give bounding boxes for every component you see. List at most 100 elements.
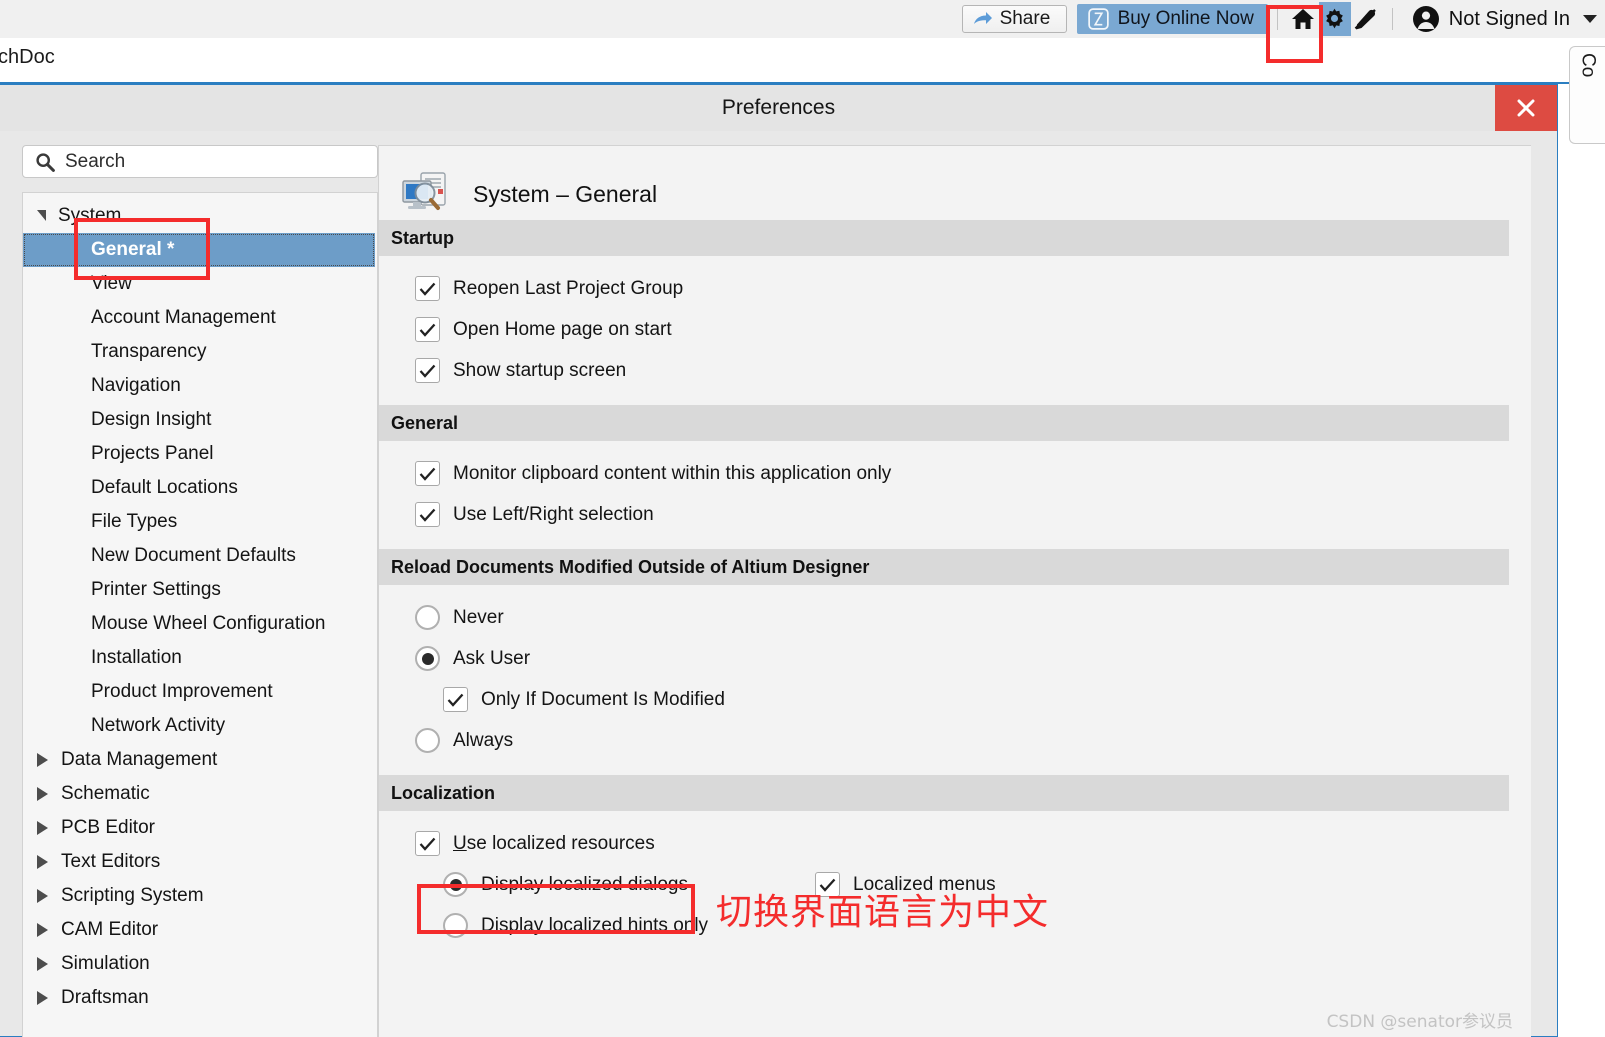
radio-always[interactable] <box>415 728 440 753</box>
tree-item-projects-panel[interactable]: Projects Panel <box>23 437 377 471</box>
gear-icon <box>1322 7 1347 32</box>
dialog-titlebar: Preferences <box>0 85 1557 131</box>
checkbox-use-left-right-selection[interactable] <box>415 502 440 527</box>
option-label: Display localized hints only <box>481 915 708 937</box>
option-monitor-clipboard-content-within-this-application-only[interactable]: Monitor clipboard content within this ap… <box>379 453 1531 494</box>
option-use-left-right-selection[interactable]: Use Left/Right selection <box>379 494 1531 535</box>
tree-item-product-improvement[interactable]: Product Improvement <box>23 675 377 709</box>
search-placeholder: Search <box>65 151 125 173</box>
dialog-close-button[interactable] <box>1495 85 1557 131</box>
buy-online-now-button[interactable]: Buy Online Now <box>1077 4 1268 34</box>
tree-item-simulation[interactable]: Simulation <box>23 947 377 981</box>
tree-item-account-management[interactable]: Account Management <box>23 301 377 335</box>
triangle-right-icon[interactable] <box>37 991 48 1005</box>
tree-item-label: Network Activity <box>91 715 225 737</box>
option-ask-user[interactable]: Ask User <box>379 638 1531 679</box>
tree-item-schematic[interactable]: Schematic <box>23 777 377 811</box>
pen-icon <box>1354 7 1380 31</box>
option-label: Show startup screen <box>453 360 626 382</box>
tree-item-data-management[interactable]: Data Management <box>23 743 377 777</box>
preferences-tree[interactable]: System General * ViewAccount Management Tra… <box>22 192 378 1037</box>
tree-item-label: Schematic <box>61 783 150 805</box>
tree-item-scripting-system[interactable]: Scripting System <box>23 879 377 913</box>
tree-item-printer-settings[interactable]: Printer Settings <box>23 573 377 607</box>
tree-item-label: Transparency <box>91 341 206 363</box>
radio-ask-user[interactable] <box>415 646 440 671</box>
tree-item-draftsman[interactable]: Draftsman <box>23 981 377 1015</box>
option-label: Never <box>453 607 504 629</box>
document-tab[interactable]: chDoc <box>0 46 55 69</box>
tree-item-text-editors[interactable]: Text Editors <box>23 845 377 879</box>
toolbar-divider-1 <box>1277 8 1278 30</box>
tree-item-navigation[interactable]: Navigation <box>23 369 377 403</box>
checkbox-open-home-page-on-start[interactable] <box>415 317 440 342</box>
checkbox-reopen-last-project-group[interactable] <box>415 276 440 301</box>
share-button[interactable]: Share <box>962 5 1067 33</box>
tree-item-installation[interactable]: Installation <box>23 641 377 675</box>
tree-item-file-types[interactable]: File Types <box>23 505 377 539</box>
checkbox-use-localized-resources[interactable] <box>415 831 440 856</box>
option-label: Only If Document Is Modified <box>481 689 725 711</box>
account-menu[interactable]: Not Signed In <box>1412 5 1597 33</box>
tree-item-general[interactable]: General * <box>23 233 375 267</box>
option-label: Open Home page on start <box>453 319 672 341</box>
radio-display-localized-hints-only[interactable] <box>443 913 468 938</box>
tree-item-default-locations[interactable]: Default Locations <box>23 471 377 505</box>
option-only-if-document-is-modified[interactable]: Only If Document Is Modified <box>379 679 1531 720</box>
tree-item-label: Text Editors <box>61 851 160 873</box>
option-label: Use Left/Right selection <box>453 504 654 526</box>
section-body-general: Monitor clipboard content within this ap… <box>379 441 1531 549</box>
option-never[interactable]: Never <box>379 597 1531 638</box>
checkbox-only-if-document-is-modified[interactable] <box>443 687 468 712</box>
tree-item-new-document-defaults[interactable]: New Document Defaults <box>23 539 377 573</box>
edit-pen-button[interactable] <box>1351 2 1383 36</box>
tree-item-label: CAM Editor <box>61 919 158 941</box>
tree-item-label: Printer Settings <box>91 579 221 601</box>
tree-item-network-activity[interactable]: Network Activity <box>23 709 377 743</box>
preferences-gear-button[interactable] <box>1319 2 1351 36</box>
tree-item-design-insight[interactable]: Design Insight <box>23 403 377 437</box>
checkbox-show-startup-screen[interactable] <box>415 358 440 383</box>
section-header-localization: Localization <box>379 775 1509 811</box>
triangle-right-icon[interactable] <box>37 753 48 767</box>
triangle-down-icon[interactable] <box>37 210 46 221</box>
triangle-right-icon[interactable] <box>37 957 48 971</box>
search-input[interactable]: Search <box>22 145 378 178</box>
tree-item-cam-editor[interactable]: CAM Editor <box>23 913 377 947</box>
triangle-right-icon[interactable] <box>37 889 48 903</box>
dialog-title: Preferences <box>722 96 835 120</box>
checkbox-monitor-clipboard-content-within-this-application-only[interactable] <box>415 461 440 486</box>
tree-item-label: File Types <box>91 511 177 533</box>
triangle-right-icon[interactable] <box>37 923 48 937</box>
section-header-reload: Reload Documents Modified Outside of Alt… <box>379 549 1509 585</box>
option-use-localized-resources[interactable]: Use localized resources <box>379 823 1531 864</box>
page-header: System – General <box>379 146 1531 220</box>
tree-item-label: General * <box>91 239 174 261</box>
system-general-icon <box>401 171 453 217</box>
triangle-right-icon[interactable] <box>37 855 48 869</box>
share-button-label: Share <box>1000 8 1051 30</box>
tree-item-view[interactable]: View <box>23 267 377 301</box>
option-reopen-last-project-group[interactable]: Reopen Last Project Group <box>379 268 1531 309</box>
share-arrow-icon <box>973 11 993 27</box>
tree-item-pcb-editor[interactable]: PCB Editor <box>23 811 377 845</box>
home-icon <box>1290 7 1316 31</box>
tree-item-label: Product Improvement <box>91 681 273 703</box>
radio-display-localized-dialogs[interactable] <box>443 872 468 897</box>
triangle-right-icon[interactable] <box>37 787 48 801</box>
tree-item-mouse-wheel-configuration[interactable]: Mouse Wheel Configuration <box>23 607 377 641</box>
radio-never[interactable] <box>415 605 440 630</box>
chevron-down-icon <box>1583 15 1597 23</box>
option-label: Reopen Last Project Group <box>453 278 683 300</box>
option-label: Ask User <box>453 648 530 670</box>
tree-item-system[interactable]: System <box>23 199 377 233</box>
option-open-home-page-on-start[interactable]: Open Home page on start <box>379 309 1531 350</box>
home-button[interactable] <box>1287 2 1319 36</box>
side-panel-tab-components[interactable]: Co <box>1569 46 1605 144</box>
option-always[interactable]: Always <box>379 720 1531 761</box>
triangle-right-icon[interactable] <box>37 821 48 835</box>
tree-item-transparency[interactable]: Transparency <box>23 335 377 369</box>
section-body-reload: Never Ask User Only If Document Is Modifie… <box>379 585 1531 775</box>
option-show-startup-screen[interactable]: Show startup screen <box>379 350 1531 391</box>
tree-item-label: Simulation <box>61 953 150 975</box>
